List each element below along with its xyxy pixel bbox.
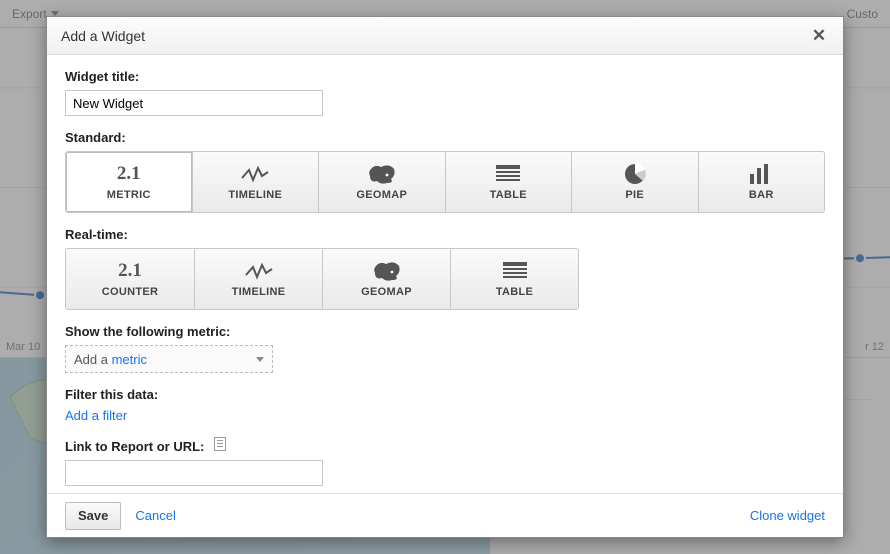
widget-title-input[interactable] [65, 90, 323, 116]
standard-types-section: Standard: 2.1 METRIC TIMELINE GEOMAP TABLE PI… [65, 130, 825, 213]
bar-icon [748, 163, 774, 185]
modal-body: Widget title: Standard: 2.1 METRIC TIMELIN… [47, 55, 843, 493]
add-widget-modal: Add a Widget ✕ Widget title: Standard: 2… [46, 16, 844, 538]
clone-widget-link[interactable]: Clone widget [750, 508, 825, 523]
realtime-types-section: Real-time: 2.1 COUNTER TIMELINE GEOMAP TABLE [65, 227, 825, 310]
realtime-type-grid: 2.1 COUNTER TIMELINE GEOMAP TABLE [65, 248, 579, 310]
table-icon [503, 260, 527, 282]
timeline-icon [240, 163, 270, 185]
type-label: COUNTER [102, 286, 159, 298]
add-filter-link[interactable]: Add a filter [65, 408, 127, 423]
link-section-label: Link to Report or URL: [65, 439, 204, 454]
realtime-label: Real-time: [65, 227, 825, 242]
link-url-input[interactable] [65, 460, 323, 486]
standard-type-grid: 2.1 METRIC TIMELINE GEOMAP TABLE PIE BAR [65, 151, 825, 213]
metric-section-label: Show the following metric: [65, 324, 825, 339]
cancel-link[interactable]: Cancel [135, 508, 175, 523]
filter-section: Filter this data: Add a filter [65, 387, 825, 423]
realtime-type-geomap[interactable]: GEOMAP [322, 249, 450, 309]
realtime-type-table[interactable]: TABLE [450, 249, 578, 309]
timeline-icon [244, 260, 274, 282]
standard-type-timeline[interactable]: TIMELINE [192, 152, 319, 212]
type-label: TABLE [490, 189, 527, 201]
standard-type-metric[interactable]: 2.1 METRIC [66, 152, 192, 212]
link-section: Link to Report or URL: [65, 437, 825, 486]
add-metric-dropdown[interactable]: Add a metric [65, 345, 273, 373]
modal-header: Add a Widget ✕ [47, 17, 843, 55]
standard-type-table[interactable]: TABLE [445, 152, 572, 212]
realtime-type-counter[interactable]: 2.1 COUNTER [66, 249, 194, 309]
modal-title: Add a Widget [61, 28, 145, 44]
metric-text: Add a metric [74, 352, 147, 367]
geomap-icon [367, 163, 397, 185]
standard-type-bar[interactable]: BAR [698, 152, 825, 212]
close-button[interactable]: ✕ [809, 26, 829, 46]
save-button[interactable]: Save [65, 502, 121, 530]
number-icon: 2.1 [117, 163, 141, 185]
document-icon [214, 437, 226, 451]
type-label: GEOMAP [361, 286, 412, 298]
type-label: TIMELINE [228, 189, 282, 201]
realtime-type-timeline[interactable]: TIMELINE [194, 249, 322, 309]
standard-type-geomap[interactable]: GEOMAP [318, 152, 445, 212]
table-icon [496, 163, 520, 185]
geomap-icon [372, 260, 402, 282]
pie-icon [624, 163, 646, 185]
metric-section: Show the following metric: Add a metric [65, 324, 825, 373]
chevron-down-icon [256, 357, 264, 362]
type-label: TABLE [496, 286, 533, 298]
type-label: GEOMAP [356, 189, 407, 201]
widget-title-label: Widget title: [65, 69, 825, 84]
type-label: BAR [749, 189, 774, 201]
type-label: PIE [625, 189, 644, 201]
standard-type-pie[interactable]: PIE [571, 152, 698, 212]
number-icon: 2.1 [118, 260, 142, 282]
close-icon: ✕ [812, 26, 826, 46]
modal-footer: Save Cancel Clone widget [47, 493, 843, 537]
widget-title-section: Widget title: [65, 69, 825, 116]
type-label: TIMELINE [232, 286, 286, 298]
filter-section-label: Filter this data: [65, 387, 825, 402]
standard-label: Standard: [65, 130, 825, 145]
type-label: METRIC [107, 189, 151, 201]
